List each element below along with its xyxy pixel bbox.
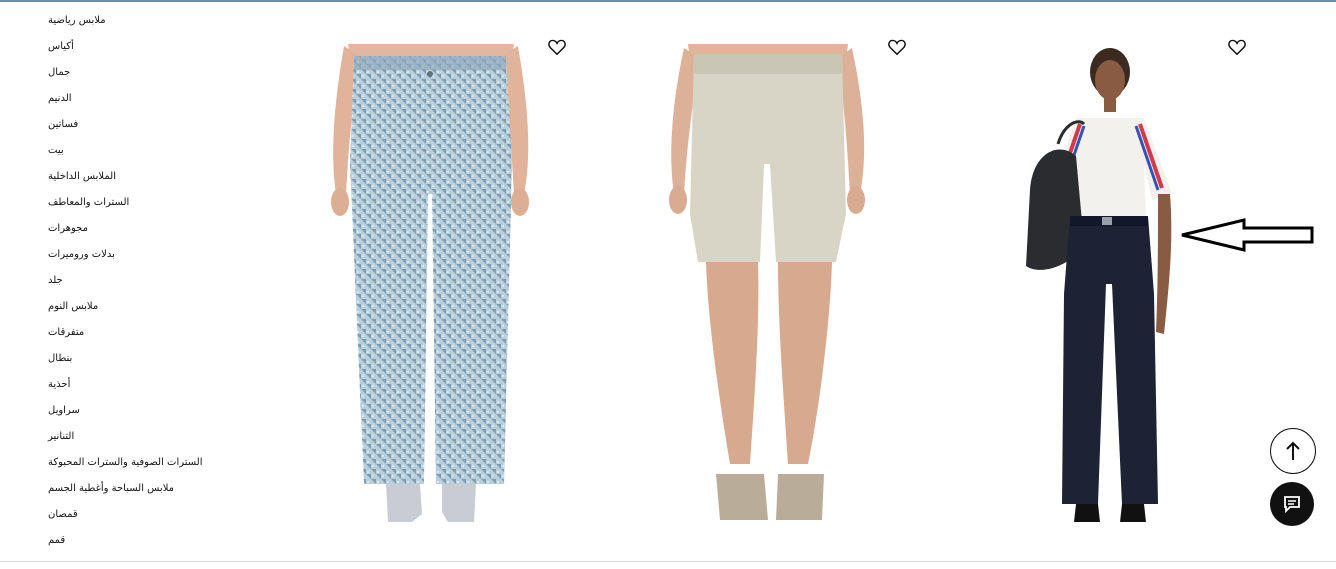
sidebar-item-tops[interactable]: قمم: [48, 528, 268, 554]
sidebar-item-beauty[interactable]: جمال: [48, 60, 268, 86]
category-sidebar: ملابس رياضية أكياس جمال الدنيم فساتين بي…: [48, 8, 268, 554]
sidebar-item-shoes[interactable]: أحذية: [48, 372, 268, 398]
sidebar-item-label: فساتين: [48, 119, 79, 130]
sidebar-item-label: بدلات وروميرات: [48, 249, 115, 260]
khaki-shorts-image: [669, 44, 865, 520]
chat-button[interactable]: [1270, 482, 1314, 526]
sidebar-item-bags[interactable]: أكياس: [48, 34, 268, 60]
product-card[interactable]: [664, 39, 914, 534]
wishlist-heart-icon[interactable]: [886, 36, 908, 58]
sidebar-item-label: أكياس: [48, 41, 74, 52]
sidebar-item-label: متفرقات: [48, 327, 85, 338]
sidebar-item-shorts[interactable]: سراويل: [48, 398, 268, 424]
sidebar-item-sleepwear[interactable]: ملابس النوم: [48, 294, 268, 320]
sidebar-item-label: ملابس النوم: [48, 301, 99, 312]
sequin-jeans-image: [331, 44, 529, 522]
sidebar-item-label: ملابس السباحة وأغطية الجسم: [48, 483, 175, 494]
sidebar-item-label: السترات والمعاطف: [48, 197, 130, 208]
footer-divider: [0, 561, 1336, 562]
sidebar-item-sportswear[interactable]: ملابس رياضية: [48, 8, 268, 34]
top-border: [0, 0, 1336, 2]
sidebar-item-shirts[interactable]: قمصان: [48, 502, 268, 528]
sidebar-item-leather[interactable]: جلد: [48, 268, 268, 294]
sidebar-item-underwear[interactable]: الملابس الداخلية: [48, 164, 268, 190]
sidebar-item-label: قمم: [48, 535, 66, 546]
sidebar-item-label: بيت: [48, 145, 64, 156]
sidebar-item-denim[interactable]: الدنيم: [48, 86, 268, 112]
arrow-up-icon: [1286, 441, 1300, 460]
sidebar-item-label: قمصان: [48, 509, 78, 520]
sidebar-item-label: سراويل: [48, 405, 80, 416]
product-image[interactable]: [1018, 44, 1188, 532]
sidebar-item-jumpsuits-rompers[interactable]: بدلات وروميرات: [48, 242, 268, 268]
product-image[interactable]: [664, 44, 874, 532]
sidebar-item-label: أحذية: [48, 379, 71, 390]
sidebar-item-dresses[interactable]: فساتين: [48, 112, 268, 138]
sidebar-item-skirts[interactable]: التنانير: [48, 424, 268, 450]
sidebar-item-jewelry[interactable]: مجوهرات: [48, 216, 268, 242]
product-image[interactable]: [326, 44, 536, 532]
product-card[interactable]: [326, 39, 566, 534]
sidebar-item-label: التنانير: [48, 431, 75, 442]
sidebar-item-label: جمال: [48, 67, 71, 78]
sidebar-item-pants[interactable]: بنطال: [48, 346, 268, 372]
sidebar-item-label: جلد: [48, 275, 63, 286]
sidebar-item-label: بنطال: [48, 353, 73, 364]
sidebar-item-misc[interactable]: متفرقات: [48, 320, 268, 346]
chat-bubble-icon: [1284, 496, 1300, 513]
sidebar-item-swimwear[interactable]: ملابس السباحة وأغطية الجسم: [48, 476, 268, 502]
sidebar-item-label: مجوهرات: [48, 223, 88, 234]
wishlist-heart-icon[interactable]: [546, 36, 568, 58]
sidebar-item-label: ملابس رياضية: [48, 15, 106, 26]
sidebar-item-sweaters-knits[interactable]: السترات الصوفية والسترات المحبوكة: [48, 450, 268, 476]
scroll-to-top-button[interactable]: [1270, 428, 1316, 474]
sidebar-item-label: السترات الصوفية والسترات المحبوكة: [48, 457, 203, 468]
sidebar-item-label: الدنيم: [48, 93, 72, 104]
wishlist-heart-icon[interactable]: [1226, 36, 1248, 58]
sidebar-item-home[interactable]: بيت: [48, 138, 268, 164]
sidebar-item-jackets-coats[interactable]: السترات والمعاطف: [48, 190, 268, 216]
annotation-arrow-icon: [1181, 218, 1314, 252]
product-card[interactable]: [1018, 39, 1258, 534]
sidebar-item-label: الملابس الداخلية: [48, 171, 117, 182]
dark-denim-image: [1026, 48, 1172, 522]
